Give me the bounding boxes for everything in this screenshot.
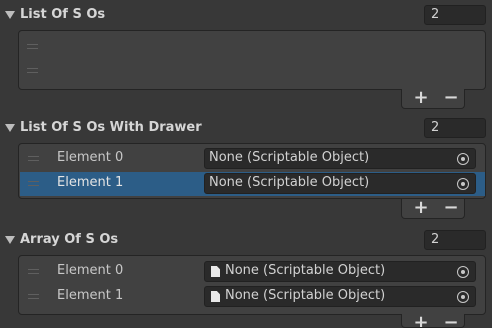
object-field[interactable]: None (Scriptable Object) [204,261,476,282]
list-of-sos-title: List Of S Os [20,7,106,22]
object-field-value: None (Scriptable Object) [225,288,386,303]
object-picker-icon[interactable] [457,153,469,165]
list-item[interactable]: Element 1 None (Scriptable Object) [20,285,485,309]
remove-element-button[interactable]: − [439,314,463,327]
foldout-arrow-icon[interactable] [5,11,15,19]
list-of-sos-header[interactable]: List Of S Os 2 [0,5,492,27]
object-picker-icon[interactable] [457,178,469,190]
element-label: Element 0 [57,263,124,278]
array-of-sos-title: Array Of S Os [20,232,119,247]
drag-handle-icon[interactable] [28,181,39,186]
object-field-value: None (Scriptable Object) [225,263,386,278]
foldout-arrow-icon[interactable] [5,236,15,244]
scriptable-object-icon [211,291,220,302]
element-label: Element 1 [57,288,124,303]
list-with-drawer-footer: + − [401,199,465,219]
object-field[interactable]: None (Scriptable Object) [204,173,476,194]
list-with-drawer-size-field[interactable]: 2 [424,118,486,138]
add-element-button[interactable]: + [409,314,433,327]
list-of-sos-size-field[interactable]: 2 [424,5,486,25]
element-label: Element 0 [57,150,124,165]
element-label: Element 1 [57,175,124,190]
drag-handle-icon[interactable] [28,269,39,274]
object-picker-icon[interactable] [457,291,469,303]
drag-handle-icon[interactable] [27,68,38,73]
list-of-sos-body [18,30,486,90]
array-of-sos-header[interactable]: Array Of S Os 2 [0,230,492,252]
add-element-button[interactable]: + [409,89,433,108]
remove-element-button[interactable]: − [439,89,463,108]
list-item[interactable]: Element 0 None (Scriptable Object) [20,147,485,171]
add-element-button[interactable]: + [409,199,433,218]
scriptable-object-icon [211,266,220,277]
object-picker-icon[interactable] [457,266,469,278]
array-of-sos-body: Element 0 None (Scriptable Object) Eleme… [18,255,486,315]
object-field-value: None (Scriptable Object) [209,150,370,165]
object-field[interactable]: None (Scriptable Object) [204,286,476,307]
list-of-sos-footer: + − [401,89,465,109]
drag-handle-icon[interactable] [28,294,39,299]
object-field-value: None (Scriptable Object) [209,175,370,190]
list-with-drawer-title: List Of S Os With Drawer [20,120,202,135]
object-field[interactable]: None (Scriptable Object) [204,148,476,169]
drag-handle-icon[interactable] [28,156,39,161]
remove-element-button[interactable]: − [439,199,463,218]
array-of-sos-size-field[interactable]: 2 [424,230,486,250]
list-with-drawer-body: Element 0 None (Scriptable Object) Eleme… [18,143,486,199]
drag-handle-icon[interactable] [27,44,38,49]
list-item[interactable]: Element 0 None (Scriptable Object) [20,260,485,284]
foldout-arrow-icon[interactable] [5,124,15,132]
list-with-drawer-header[interactable]: List Of S Os With Drawer 2 [0,118,492,140]
list-item[interactable]: Element 1 None (Scriptable Object) [20,172,485,196]
array-of-sos-footer: + − [401,314,465,328]
